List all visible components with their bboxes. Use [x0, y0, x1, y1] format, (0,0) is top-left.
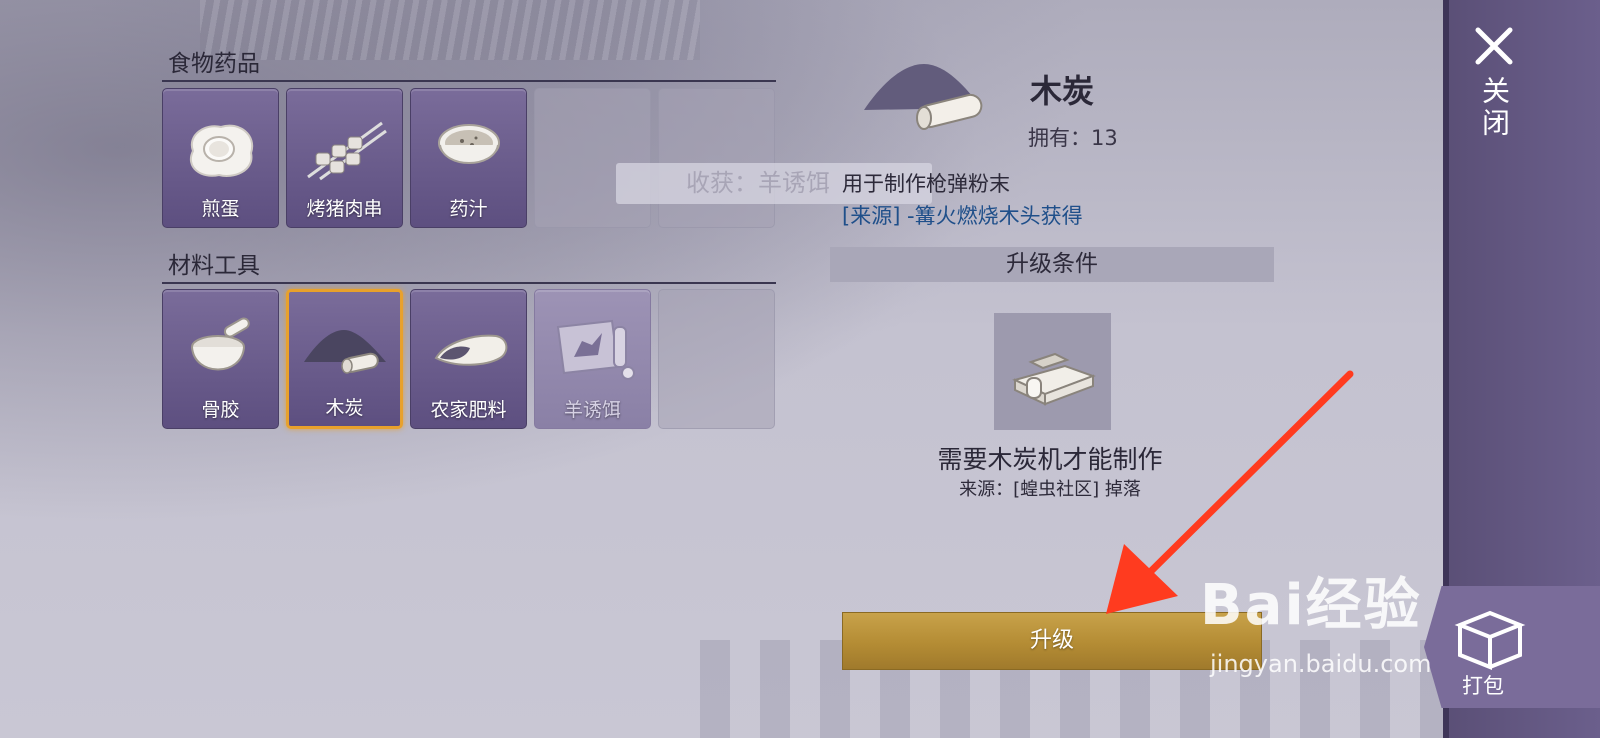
- mortar-icon: [163, 308, 278, 392]
- section-title-materials: 材料工具: [168, 253, 260, 279]
- goat-bait-icon: [535, 308, 650, 392]
- charcoal-large-icon: [862, 60, 988, 132]
- upgrade-conditions-header: 升级条件: [830, 247, 1274, 282]
- item-slot-goat-bait[interactable]: 羊诱饵: [534, 289, 651, 429]
- baidu-watermark: Bai经验: [1200, 573, 1422, 638]
- baidu-watermark-url: jingyan.baidu.com: [1210, 650, 1432, 678]
- fertilizer-sack-icon: [411, 308, 526, 392]
- close-icon[interactable]: [1472, 24, 1516, 68]
- item-slot-pork-skewer[interactable]: 烤猪肉串: [286, 88, 403, 228]
- item-source: [来源] -篝火燃烧木头获得: [842, 204, 1083, 228]
- item-label: 木炭: [325, 397, 364, 419]
- owned-count: 拥有：13: [1028, 122, 1118, 152]
- item-slot-empty: [534, 88, 651, 228]
- item-slot-fried-egg[interactable]: 煎蛋: [162, 88, 279, 228]
- upgrade-button[interactable]: 升级: [842, 612, 1262, 670]
- pack-label[interactable]: 打包: [1462, 670, 1504, 700]
- owned-label: 拥有：: [1028, 126, 1091, 150]
- background-structure: [200, 0, 700, 60]
- charcoal-icon: [289, 310, 400, 394]
- requirement-text: 需要木炭机才能制作: [937, 445, 1163, 474]
- item-name: 木炭: [1030, 72, 1095, 110]
- item-slot-empty: [658, 289, 775, 429]
- item-slot-fertilizer[interactable]: 农家肥料: [410, 289, 527, 429]
- section-title-food: 食物药品: [168, 51, 260, 77]
- requirement-source: 来源：[蝗虫社区] 掉落: [959, 479, 1141, 500]
- item-slot-bone-glue[interactable]: 骨胶: [162, 289, 279, 429]
- fried-egg-icon: [163, 107, 278, 191]
- close-label[interactable]: 关闭: [1474, 76, 1514, 140]
- item-slot-medicine[interactable]: 药汁: [410, 88, 527, 228]
- section-divider: [162, 282, 776, 284]
- item-label: 农家肥料: [430, 399, 507, 421]
- medicine-bowl-icon: [411, 107, 526, 191]
- item-label: 烤猪肉串: [306, 198, 383, 220]
- item-slot-empty: [658, 88, 775, 228]
- pork-skewer-icon: [287, 107, 402, 191]
- box-icon: [1450, 595, 1530, 675]
- section-divider: [162, 80, 776, 82]
- item-label: 骨胶: [201, 399, 240, 421]
- item-label: 羊诱饵: [563, 399, 621, 421]
- item-description: 用于制作枪弹粉末: [842, 172, 1010, 196]
- charcoal-machine-icon: [1011, 352, 1096, 406]
- charcoal-machine-slot[interactable]: [994, 313, 1111, 430]
- item-label: 药汁: [449, 198, 488, 220]
- item-label: 煎蛋: [201, 198, 240, 220]
- item-slot-charcoal[interactable]: 木炭: [286, 289, 403, 429]
- owned-value: 13: [1091, 126, 1118, 150]
